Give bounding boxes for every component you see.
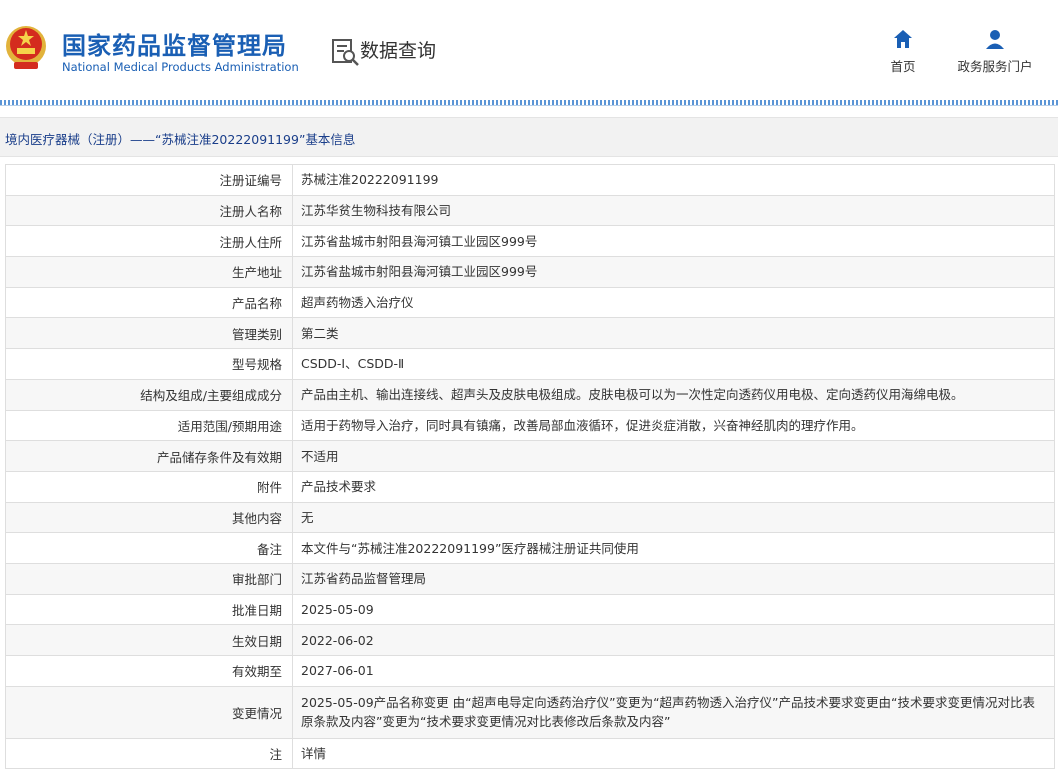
row-value: 江苏省药品监督管理局 bbox=[292, 562, 1055, 595]
row-label: 适用范围/预期用途 bbox=[5, 409, 293, 442]
table-row: 生效日期 2022-06-02 bbox=[5, 624, 1055, 656]
detail-table: 注册证编号 苏械注准20222091199 注册人名称 江苏华贫生物科技有限公司 注册人… bbox=[5, 164, 1055, 770]
table-row: 生产地址 江苏省盐城市射阳县海河镇工业园区999号 bbox=[5, 256, 1055, 288]
table-row: 产品名称 超声药物透入治疗仪 bbox=[5, 286, 1055, 319]
user-icon bbox=[986, 30, 1004, 49]
row-value: CSDD-Ⅰ、CSDD-Ⅱ bbox=[292, 348, 1055, 380]
row-label: 产品名称 bbox=[5, 286, 293, 319]
row-label: 注册人名称 bbox=[5, 194, 293, 227]
row-label: 有效期至 bbox=[5, 655, 293, 687]
row-value: 产品由主机、输出连接线、超声头及皮肤电极组成。皮肤电极可以为一次性定向透药仪用电… bbox=[292, 378, 1055, 411]
row-label: 注册证编号 bbox=[5, 164, 293, 196]
home-icon bbox=[894, 30, 912, 48]
site-header: 国家药品监督管理局 National Medical Products Admi… bbox=[0, 0, 1058, 100]
site-subtitle: National Medical Products Administration bbox=[62, 60, 299, 74]
nav-portal-label: 政务服务门户 bbox=[957, 59, 1033, 74]
row-value: 不适用 bbox=[292, 440, 1055, 472]
table-row: 注册证编号 苏械注准20222091199 bbox=[5, 164, 1055, 196]
row-value: 2027-06-01 bbox=[292, 655, 1055, 687]
nav-portal-link[interactable]: 政务服务门户 bbox=[948, 28, 1042, 76]
row-value: 2022-06-02 bbox=[292, 624, 1055, 656]
nav-home-link[interactable]: 首页 bbox=[880, 28, 926, 76]
table-row: 备注 本文件与“苏械注准20222091199”医疗器械注册证共同使用 bbox=[5, 532, 1055, 564]
row-label: 批准日期 bbox=[5, 593, 293, 626]
row-label: 产品储存条件及有效期 bbox=[5, 440, 293, 472]
header-divider-line bbox=[0, 105, 1058, 106]
detail-link[interactable]: 详情 bbox=[292, 737, 1055, 770]
table-row: 变更情况 2025-05-09产品名称变更 由“超声电导定向透药治疗仪”变更为“超… bbox=[5, 685, 1055, 739]
row-label: 注 bbox=[5, 737, 293, 770]
table-row: 其他内容无 bbox=[5, 501, 1055, 534]
table-row: 附件 产品技术要求 bbox=[5, 470, 1055, 503]
table-row: 型号规格 CSDD-Ⅰ、CSDD-Ⅱ bbox=[5, 348, 1055, 380]
table-row: 注册人名称 江苏华贫生物科技有限公司 bbox=[5, 194, 1055, 227]
row-label: 审批部门 bbox=[5, 562, 293, 595]
breadcrumb-bar: 境内医疗器械（注册）——“苏械注准20222091199”基本信息 bbox=[0, 117, 1058, 157]
data-query-title: 数据查询 bbox=[360, 40, 437, 62]
row-value: 产品技术要求 bbox=[292, 470, 1055, 503]
table-row: 注册人住所 江苏省盐城市射阳县海河镇工业园区999号 bbox=[5, 225, 1055, 258]
row-label: 型号规格 bbox=[5, 348, 293, 380]
row-value: 超声药物透入治疗仪 bbox=[292, 286, 1055, 319]
row-label: 注册人住所 bbox=[5, 225, 293, 258]
row-value: 江苏华贫生物科技有限公司 bbox=[292, 194, 1055, 227]
breadcrumb: 境内医疗器械（注册）——“苏械注准20222091199”基本信息 bbox=[5, 132, 356, 147]
row-label: 生产地址 bbox=[5, 256, 293, 288]
table-row: 管理类别 第二类 bbox=[5, 317, 1055, 350]
row-value: 江苏省盐城市射阳县海河镇工业园区999号 bbox=[292, 225, 1055, 258]
row-value: 适用于药物导入治疗，同时具有镇痛，改善局部血液循环，促进炎症消散，兴奋神经肌肉的… bbox=[292, 409, 1055, 442]
row-value: 无 bbox=[292, 501, 1055, 534]
row-label: 结构及组成/主要组成成分 bbox=[5, 378, 293, 411]
table-row: 有效期至 2027-06-01 bbox=[5, 655, 1055, 687]
table-row: 适用范围/预期用途 适用于药物导入治疗，同时具有镇痛，改善局部血液循环，促进炎症消… bbox=[5, 409, 1055, 442]
table-row: 注详情 bbox=[5, 737, 1055, 770]
row-value: 2025-05-09产品名称变更 由“超声电导定向透药治疗仪”变更为“超声药物透… bbox=[292, 685, 1055, 739]
table-row: 批准日期 2025-05-09 bbox=[5, 593, 1055, 626]
row-label: 变更情况 bbox=[5, 685, 293, 739]
table-row: 结构及组成/主要组成成分 产品由主机、输出连接线、超声头及皮肤电极组成。皮肤电极可… bbox=[5, 378, 1055, 411]
nav-home-label: 首页 bbox=[890, 59, 916, 74]
row-value: 2025-05-09 bbox=[292, 593, 1055, 626]
data-query-icon bbox=[332, 39, 359, 66]
row-label: 附件 bbox=[5, 470, 293, 503]
row-value: 江苏省盐城市射阳县海河镇工业园区999号 bbox=[292, 256, 1055, 288]
row-label: 备注 bbox=[5, 532, 293, 564]
row-label: 管理类别 bbox=[5, 317, 293, 350]
table-row: 产品储存条件及有效期 不适用 bbox=[5, 440, 1055, 472]
row-value: 第二类 bbox=[292, 317, 1055, 350]
row-label: 其他内容 bbox=[5, 501, 293, 534]
site-title: 国家药品监督管理局 bbox=[62, 32, 287, 60]
row-label: 生效日期 bbox=[5, 624, 293, 656]
national-emblem-icon bbox=[6, 26, 46, 69]
row-value: 苏械注准20222091199 bbox=[292, 164, 1055, 196]
row-value: 本文件与“苏械注准20222091199”医疗器械注册证共同使用 bbox=[292, 532, 1055, 564]
table-row: 审批部门 江苏省药品监督管理局 bbox=[5, 562, 1055, 595]
